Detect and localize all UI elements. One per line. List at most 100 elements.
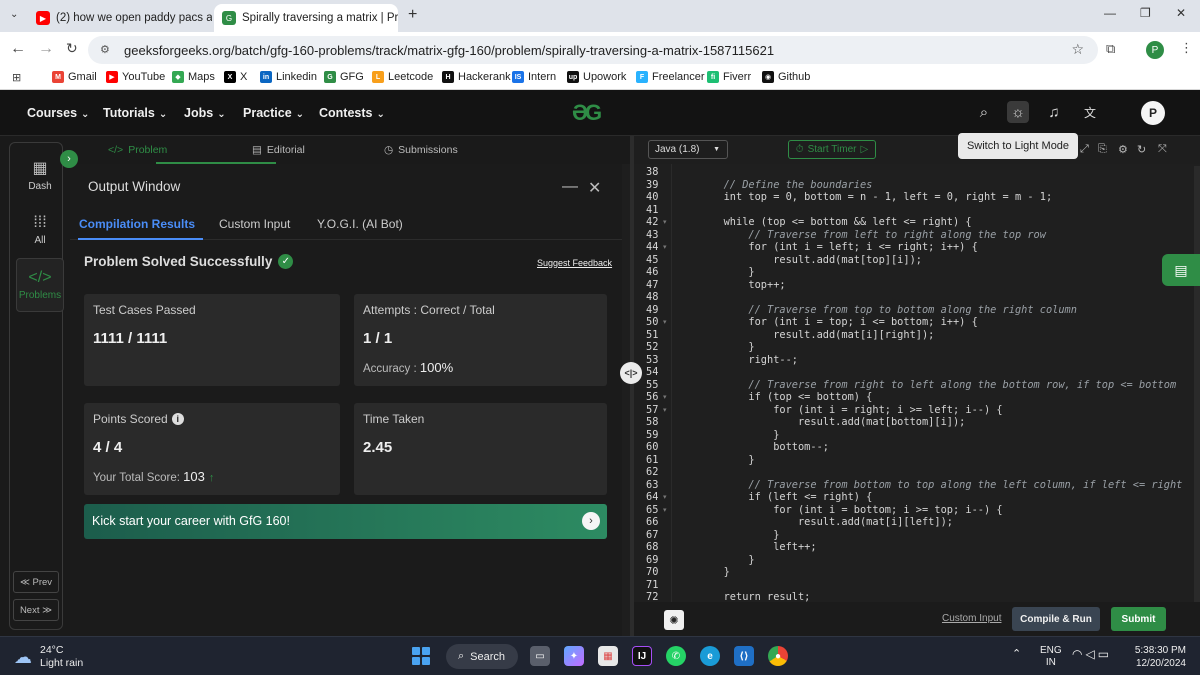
chrome-icon[interactable]: ● (768, 646, 788, 666)
start-timer-button[interactable]: ⏱ Start Timer ▷ (788, 140, 876, 159)
back-icon[interactable]: ← (10, 40, 26, 58)
tray-chevron-icon[interactable]: ⌃ (1012, 647, 1021, 660)
bookmark-github[interactable]: ◉ Github (762, 71, 810, 83)
clock[interactable]: 5:38:30 PM 12/20/2024 (1128, 644, 1186, 670)
expand-panel-button[interactable]: › (60, 150, 78, 168)
reload-icon[interactable]: ↻ (66, 40, 78, 57)
fold-caret-icon[interactable]: ▾ (663, 493, 667, 501)
language-select[interactable]: Java (1.8) ▼ (648, 140, 728, 159)
rail-item-dash[interactable]: ▦ Dash (16, 158, 64, 192)
next-button[interactable]: Next ≫ (13, 599, 59, 621)
reset-icon[interactable]: ↻ (1137, 143, 1146, 156)
info-icon[interactable]: i (171, 413, 184, 425)
bell-icon[interactable]: ♫ (1044, 102, 1064, 122)
bookmark-x[interactable]: XX (224, 71, 247, 83)
code-comment: // Traverse from bottom to top along the… (674, 478, 1183, 491)
chat-icon[interactable]: ▤ (1162, 254, 1200, 286)
tab-submissions[interactable]: ◷ Submissions (384, 144, 458, 156)
fold-caret-icon[interactable]: ▾ (663, 406, 667, 414)
custom-input-link[interactable]: Custom Input (942, 613, 1001, 624)
fold-caret-icon[interactable]: ▾ (663, 243, 667, 251)
submit-button[interactable]: Submit (1111, 607, 1166, 631)
close-icon[interactable]: ✕ (588, 178, 601, 198)
chevron-right-icon[interactable]: › (582, 512, 600, 530)
bookmark-gfg[interactable]: G GFG (324, 71, 364, 83)
address-bar-row: ← → ↻ ⚙ geeksforgeeks.org/batch/gfg-160-… (0, 32, 1200, 68)
tab-editorial[interactable]: ▤ Editorial (252, 144, 305, 156)
bookmark-gmail[interactable]: M Gmail (52, 71, 97, 83)
promo-banner[interactable]: Kick start your career with GfG 160! › (84, 504, 607, 539)
rail-item-all[interactable]: ⁞⁞⁞ All (16, 214, 64, 246)
store-icon[interactable]: ▦ (598, 646, 618, 666)
browser-tab-youtube[interactable]: ▶ (2) how we open paddy pacs ac ✕ (28, 4, 212, 32)
vscode-icon[interactable]: ⟨⟩ (734, 646, 754, 666)
bookmark-hackerank[interactable]: H Hackerank (442, 71, 511, 83)
window-close-icon[interactable]: ✕ (1176, 6, 1186, 20)
translate-icon[interactable]: 文 (1080, 102, 1100, 122)
nav-jobs[interactable]: Jobs ⌄ (184, 106, 226, 120)
settings-icon[interactable]: ⚙ (1118, 143, 1128, 156)
bookmark-leetcode[interactable]: L Leetcode (372, 71, 433, 83)
bookmark-maps[interactable]: ◆ Maps (172, 71, 215, 83)
fold-caret-icon[interactable]: ▾ (663, 218, 667, 226)
compile-run-button[interactable]: Compile & Run (1012, 607, 1100, 631)
weather-widget[interactable]: ☁ 24°C Light rain (14, 644, 83, 670)
new-tab-button[interactable]: + (408, 6, 417, 24)
bookmark-fiverr[interactable]: fi Fiverr (707, 71, 751, 83)
code-area[interactable]: 38 39 40 41 42 ▾ 43 44 ▾ 45 46 47 48 49 50 ▾ 51 52 53 54 55 5… (634, 164, 1200, 602)
fullscreen-icon[interactable]: ⤢ (1080, 143, 1089, 156)
intellij-icon[interactable]: IJ (632, 646, 652, 666)
fold-caret-icon[interactable]: ▾ (663, 506, 667, 514)
edge-icon[interactable]: e (700, 646, 720, 666)
profile-avatar[interactable]: P (1141, 101, 1165, 125)
task-view-icon[interactable]: ▭ (530, 646, 550, 666)
bookmark-youtube[interactable]: ▶ YouTube (106, 71, 165, 83)
url-input[interactable]: ⚙ geeksforgeeks.org/batch/gfg-160-proble… (88, 36, 1098, 64)
forward-icon[interactable]: → (38, 40, 54, 58)
tab-search-icon[interactable]: ⌄ (10, 9, 18, 20)
line-number: 38 (646, 166, 659, 178)
bookmark-star-icon[interactable]: ☆ (1071, 41, 1084, 58)
extensions-icon[interactable]: ⧉ (1106, 41, 1115, 57)
nav-tutorials[interactable]: Tutorials ⌄ (103, 106, 167, 120)
tab-custom-input[interactable]: Custom Input (219, 217, 290, 231)
export-icon[interactable]: ⎘ (1098, 143, 1107, 156)
theme-toggle-icon[interactable]: ☼ (1007, 101, 1029, 123)
nav-practice[interactable]: Practice ⌄ (243, 106, 304, 120)
nav-contests[interactable]: Contests ⌄ (319, 106, 385, 120)
suggest-feedback-link[interactable]: Suggest Feedback (537, 258, 612, 268)
browser-tab-gfg[interactable]: G Spirally traversing a matrix | Pra ✕ (214, 4, 398, 32)
restore-icon[interactable]: ❐ (1140, 6, 1151, 20)
gfg-icon: G (324, 71, 336, 83)
copilot-icon[interactable]: ✦ (564, 646, 584, 666)
minimize-icon[interactable]: — (562, 178, 578, 196)
nav-courses[interactable]: Courses ⌄ (27, 106, 89, 120)
editor-scrollbar[interactable] (1194, 166, 1200, 606)
search-icon[interactable]: ⌕ (974, 102, 994, 122)
browser-menu-icon[interactable]: ⋮ (1180, 40, 1193, 56)
windows-start-icon[interactable] (412, 647, 430, 665)
expand-icon[interactable]: ⤧ (1158, 143, 1167, 156)
resize-handle-icon[interactable]: <|> (620, 362, 642, 384)
lightbulb-icon[interactable]: ✺ (664, 610, 684, 630)
tab-problem[interactable]: </> Problem (108, 144, 167, 156)
wifi-volume-battery-icons[interactable]: ◠◁▭ (1072, 647, 1112, 661)
apps-icon[interactable]: ⊞ (12, 71, 21, 84)
tab-compilation-results[interactable]: Compilation Results (79, 217, 195, 231)
bookmark-upowork[interactable]: up Upowork (567, 71, 626, 83)
bookmark-intern[interactable]: IS Intern (512, 71, 556, 83)
prev-button[interactable]: ≪ Prev (13, 571, 59, 593)
bookmark-freelancer[interactable]: F Freelancer (636, 71, 705, 83)
browser-profile-avatar[interactable]: P (1146, 41, 1164, 59)
rail-item-problems[interactable]: </> Problems (16, 258, 64, 312)
bookmark-linkedin[interactable]: in Linkedin (260, 71, 317, 83)
fold-caret-icon[interactable]: ▾ (663, 318, 667, 326)
gfg-logo[interactable]: ƏG (572, 100, 622, 125)
minimize-icon[interactable]: — (1104, 6, 1116, 20)
site-info-icon[interactable]: ⚙ (100, 43, 110, 56)
language-indicator[interactable]: ENG IN (1040, 645, 1062, 669)
whatsapp-icon[interactable]: ✆ (666, 646, 686, 666)
taskbar-search[interactable]: ⌕ Search (446, 644, 518, 669)
tab-yogi-ai-bot[interactable]: Y.O.G.I. (AI Bot) (317, 217, 403, 231)
fold-caret-icon[interactable]: ▾ (663, 393, 667, 401)
